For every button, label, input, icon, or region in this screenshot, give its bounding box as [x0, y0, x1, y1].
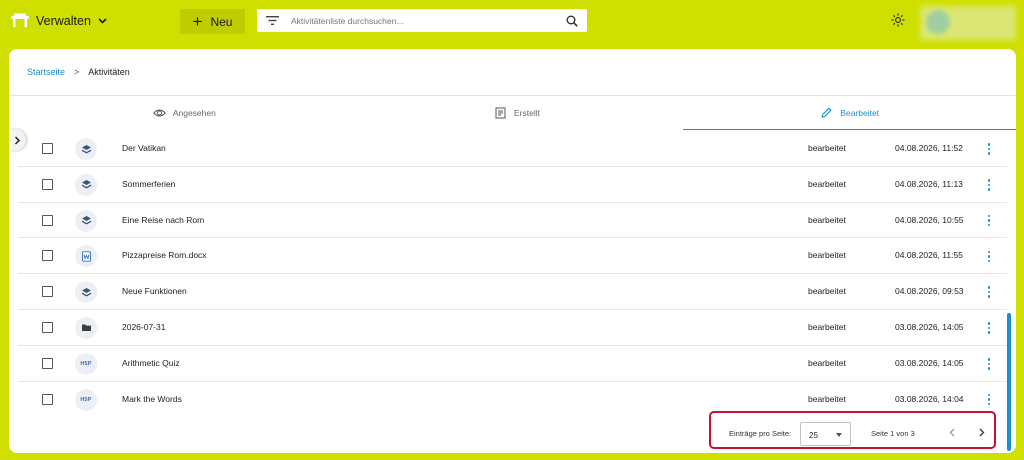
tab-edited[interactable]: Bearbeitet: [683, 95, 1016, 130]
more-options-icon[interactable]: [984, 212, 994, 230]
per-page-select[interactable]: 25: [800, 422, 851, 446]
content-icon: [75, 138, 97, 160]
manage-menu-button[interactable]: Verwalten: [10, 10, 107, 32]
table-row[interactable]: Eine Reise nach Rom bearbeitet 04.08.202…: [18, 203, 1007, 239]
row-checkbox[interactable]: [42, 393, 53, 405]
per-page-value: 25: [809, 431, 818, 440]
h5p-icon: H5P: [75, 352, 97, 375]
row-name[interactable]: Arithmetic Quiz: [122, 358, 180, 368]
activities-panel: Startseite > Aktivitäten Angesehen Erste…: [9, 49, 1016, 453]
scrollbar[interactable]: [1007, 313, 1011, 451]
breadcrumb-separator: >: [74, 67, 80, 77]
more-options-icon[interactable]: [984, 140, 994, 158]
content-icon: [75, 173, 97, 196]
row-checkbox[interactable]: [42, 143, 53, 154]
tab-created[interactable]: Erstellt: [351, 95, 684, 130]
top-bar: Verwalten + Neu: [0, 0, 1024, 44]
row-status: bearbeitet: [808, 178, 846, 189]
search-bar: [257, 9, 587, 32]
row-name[interactable]: Pizzapreise Rom.docx: [122, 250, 207, 260]
row-checkbox[interactable]: [42, 250, 53, 262]
tab-edited-label: Bearbeitet: [840, 107, 880, 118]
row-name[interactable]: Eine Reise nach Rom: [122, 215, 204, 225]
more-options-icon[interactable]: [984, 176, 994, 194]
more-options-icon[interactable]: [984, 283, 994, 301]
more-options-icon[interactable]: [984, 247, 994, 265]
activity-tabs: Angesehen Erstellt Bearbeitet: [18, 95, 1016, 130]
breadcrumb: Startseite > Aktivitäten: [27, 67, 130, 77]
table-icon: [11, 13, 29, 27]
row-date: 04.08.2026, 11:13: [895, 178, 963, 189]
row-date: 04.08.2026, 09:53: [895, 286, 964, 297]
tab-viewed-label: Angesehen: [172, 107, 216, 118]
plus-icon: +: [192, 12, 203, 31]
chevron-right-icon: [979, 428, 985, 436]
avatar[interactable]: [926, 10, 950, 34]
previous-page-button[interactable]: [947, 426, 957, 438]
row-date: 04.08.2026, 11:55: [895, 250, 963, 261]
page-info: Seite 1 von 3: [871, 429, 915, 438]
breadcrumb-current: Aktivitäten: [88, 67, 130, 77]
pencil-icon: [821, 106, 833, 118]
h5p-icon: H5P: [75, 388, 97, 411]
row-name[interactable]: Der Vatikan: [122, 143, 166, 153]
sun-icon[interactable]: [891, 13, 905, 27]
row-status: bearbeitet: [808, 393, 846, 404]
search-icon[interactable]: [566, 15, 578, 27]
content-icon: [75, 209, 97, 232]
search-input[interactable]: [291, 10, 566, 31]
row-checkbox[interactable]: [42, 214, 53, 226]
row-status: bearbeitet: [808, 250, 846, 261]
row-status: bearbeitet: [808, 321, 846, 332]
row-checkbox[interactable]: [42, 357, 53, 369]
row-date: 03.08.2026, 14:04: [895, 393, 964, 404]
table-row[interactable]: Neue Funktionen bearbeitet 04.08.2026, 0…: [18, 274, 1007, 310]
eye-icon: [152, 109, 166, 116]
row-checkbox[interactable]: [42, 286, 53, 298]
row-status: bearbeitet: [808, 286, 846, 297]
breadcrumb-home-link[interactable]: Startseite: [27, 67, 65, 77]
filter-icon[interactable]: [266, 16, 279, 25]
row-date: 04.08.2026, 11:52: [895, 143, 963, 153]
tab-viewed[interactable]: Angesehen: [18, 95, 351, 130]
new-button-label: Neu: [210, 14, 233, 29]
manage-menu-label: Verwalten: [36, 14, 91, 28]
table-row[interactable]: Pizzapreise Rom.docx bearbeitet 04.08.20…: [18, 238, 1007, 275]
next-page-button[interactable]: [977, 426, 987, 438]
document-icon: [495, 107, 506, 118]
folder-icon: [75, 316, 97, 339]
tab-created-label: Erstellt: [514, 107, 540, 118]
chevron-down-icon: [98, 18, 107, 24]
row-name[interactable]: Sommerferien: [122, 179, 175, 189]
row-name[interactable]: 2026-07-31: [122, 322, 165, 332]
table-row[interactable]: H5P Arithmetic Quiz bearbeitet 03.08.202…: [18, 346, 1007, 382]
row-date: 03.08.2026, 14:05: [895, 357, 964, 368]
row-name[interactable]: Neue Funktionen: [122, 286, 187, 296]
new-button[interactable]: + Neu: [180, 9, 245, 34]
more-options-icon[interactable]: [984, 319, 994, 337]
row-status: bearbeitet: [808, 214, 846, 225]
row-status: bearbeitet: [808, 357, 846, 368]
more-options-icon[interactable]: [984, 391, 994, 409]
row-date: 03.08.2026, 14:05: [895, 321, 964, 332]
row-status: bearbeitet: [808, 143, 846, 153]
per-page-label: Einträge pro Seite:: [729, 429, 792, 438]
more-options-icon[interactable]: [984, 355, 994, 373]
chevron-left-icon: [949, 428, 955, 436]
row-checkbox[interactable]: [42, 178, 53, 190]
pagination: Einträge pro Seite: 25 Seite 1 von 3: [709, 411, 996, 449]
word-icon: [75, 245, 97, 268]
dropdown-arrow-icon: [836, 433, 842, 437]
table-row[interactable]: Der Vatikan bearbeitet 04.08.2026, 11:52: [18, 131, 1007, 167]
row-checkbox[interactable]: [42, 321, 53, 333]
activity-list: Der Vatikan bearbeitet 04.08.2026, 11:52…: [18, 131, 1007, 417]
row-name[interactable]: Mark the Words: [122, 394, 182, 404]
table-row[interactable]: Sommerferien bearbeitet 04.08.2026, 11:1…: [18, 167, 1007, 203]
row-date: 04.08.2026, 10:55: [895, 214, 964, 225]
table-row[interactable]: 2026-07-31 bearbeitet 03.08.2026, 14:05: [18, 310, 1007, 346]
content-icon: [75, 281, 97, 304]
